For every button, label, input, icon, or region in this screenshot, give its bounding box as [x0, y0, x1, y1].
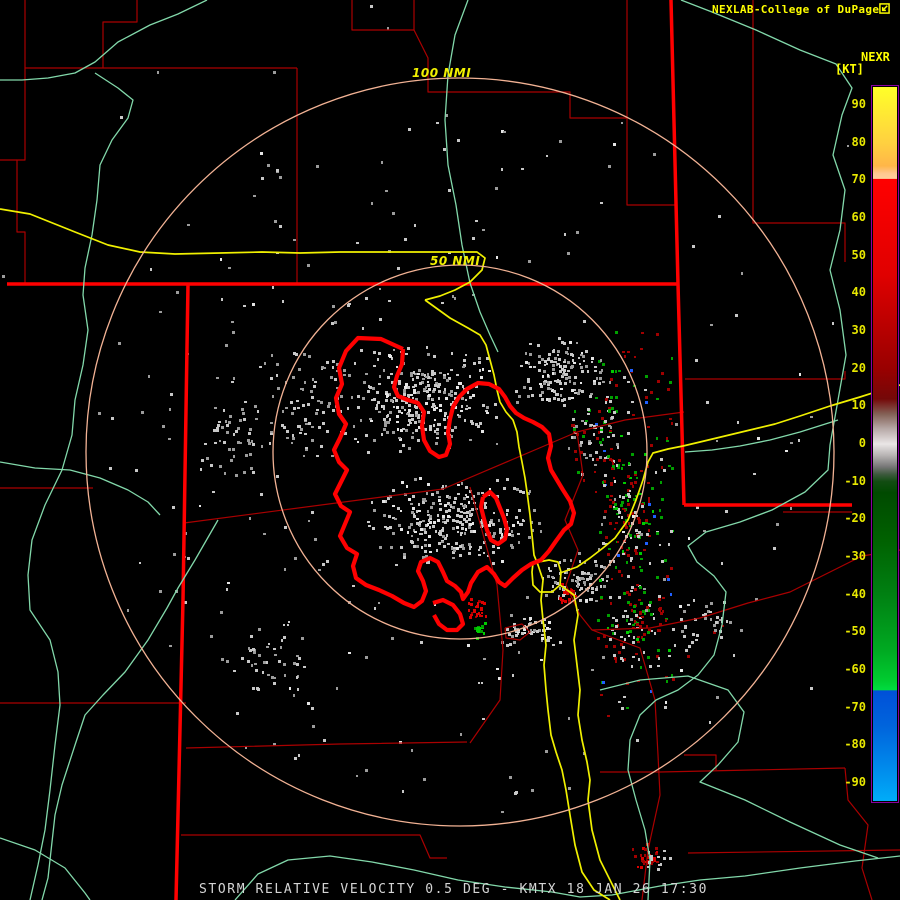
radar-map: [0, 0, 900, 900]
colorbar-tick-label: -40: [844, 586, 866, 601]
colorbar-tick-label: 40: [851, 285, 866, 300]
product-code-label: NEXR: [861, 50, 890, 64]
range-ring-label: 100 NMI: [412, 66, 472, 80]
colorbar-gradient: [873, 87, 897, 801]
colorbar-tick-label: -30: [844, 549, 866, 564]
colorbar-tick-label: 70: [851, 172, 866, 187]
colorbar-tick-label: 20: [851, 360, 866, 375]
product-caption: STORM RELATIVE VELOCITY 0.5 DEG - KMTX 1…: [199, 882, 709, 897]
colorbar-tick-label: -10: [844, 473, 866, 488]
colorbar-tick-label: -70: [844, 699, 866, 714]
colorbar-tick-label: -20: [844, 511, 866, 526]
colorbar-tick-label: 30: [851, 322, 866, 337]
colorbar-tick-label: -80: [844, 737, 866, 752]
units-label: [KT]: [835, 62, 864, 76]
nexlab-logo-icon: [879, 3, 890, 14]
colorbar-tick-label: 10: [851, 398, 866, 413]
colorbar-tick-label: 0: [858, 436, 866, 450]
radar-display: 90 80 70 60 50 40 30 20 10 0 -10 -20 -30 -40 -50 -60 -70…: [0, 0, 900, 900]
colorbar: [871, 85, 899, 803]
site-title: NEXLAB-College of DuPage: [712, 3, 880, 16]
colorbar-tick-label: -60: [844, 662, 866, 677]
range-ring-label: 50 NMI: [430, 254, 481, 268]
colorbar-tick-label: 50: [851, 247, 866, 262]
colorbar-tick-label: 80: [851, 134, 866, 149]
colorbar-tick-label: 90: [851, 96, 866, 111]
colorbar-tick-label: -90: [844, 775, 866, 790]
colorbar-tick-label: -50: [844, 624, 866, 639]
colorbar-tick-label: 60: [851, 209, 866, 224]
